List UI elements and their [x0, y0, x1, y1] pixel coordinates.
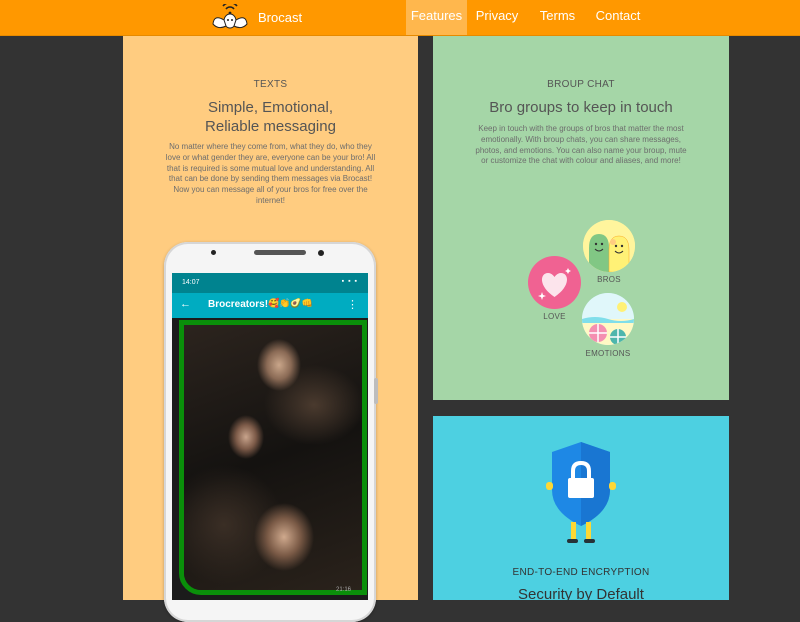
nav-item-terms[interactable]: Terms: [532, 0, 583, 35]
chat-app-bar: ← Brocreators! 🥰👏🥑👊 ⋮: [172, 293, 368, 318]
beach-umbrella-icon: [582, 293, 634, 345]
message-time: 21:16: [336, 587, 352, 593]
nav-item-contact[interactable]: Contact: [590, 0, 646, 35]
bros-faces-icon: [583, 220, 635, 272]
group-eyebrow: BROUP CHAT: [547, 79, 615, 90]
brand[interactable]: Brocast: [212, 0, 302, 35]
love-circle: [528, 256, 581, 309]
more-vert-icon[interactable]: ⋮: [347, 298, 358, 311]
phone-speaker: [254, 250, 306, 255]
group-photo: [184, 325, 362, 590]
texts-eyebrow: TEXTS: [253, 79, 288, 90]
brand-name: Brocast: [258, 10, 303, 25]
love-label: LOVE: [543, 312, 566, 321]
chat-title-emojis: 🥰👏🥑👊: [268, 298, 313, 308]
phone-sensor-dot: [318, 250, 324, 256]
chat-image-message[interactable]: [179, 320, 367, 595]
status-time: 14:07: [182, 279, 200, 286]
phone-screen: 14:07 ▪ ▪ ▪ ← Brocreators! 🥰👏🥑👊 ⋮ 21:16: [172, 273, 368, 600]
nav-item-privacy[interactable]: Privacy: [470, 0, 524, 35]
texts-headline-line1: Simple, Emotional,: [207, 99, 334, 116]
status-icons: ▪ ▪ ▪: [341, 278, 358, 285]
group-chat-panel: BROUP CHAT Bro groups to keep in touch K…: [433, 36, 729, 400]
bros-label: BROS: [597, 275, 621, 284]
chat-title: Brocreators!: [208, 299, 269, 310]
texts-headline-line2: Reliable messaging: [205, 118, 336, 135]
nav-item-features[interactable]: Features: [406, 0, 467, 35]
phone-camera-dot: [211, 250, 216, 255]
bros-circle: [583, 220, 635, 272]
shield-lock-icon: [546, 442, 616, 543]
back-arrow-icon[interactable]: ←: [180, 298, 191, 310]
navbar: Brocast Features Privacy Terms Contact: [0, 0, 800, 36]
phone-side-button: [374, 378, 378, 404]
emotions-label: EMOTIONS: [585, 349, 631, 358]
status-bar: 14:07 ▪ ▪ ▪: [172, 273, 368, 293]
security-eyebrow: END-TO-END ENCRYPTION: [512, 567, 650, 578]
security-headline: Security by Default: [518, 586, 644, 603]
texts-body: No matter where they come from, what the…: [165, 142, 376, 205]
group-body: Keep in touch with the groups of bros th…: [475, 124, 687, 166]
heart-icon: [538, 268, 571, 300]
group-headline: Bro groups to keep in touch: [489, 99, 673, 116]
logo-icon: [212, 3, 248, 28]
emotions-circle: [582, 293, 634, 345]
